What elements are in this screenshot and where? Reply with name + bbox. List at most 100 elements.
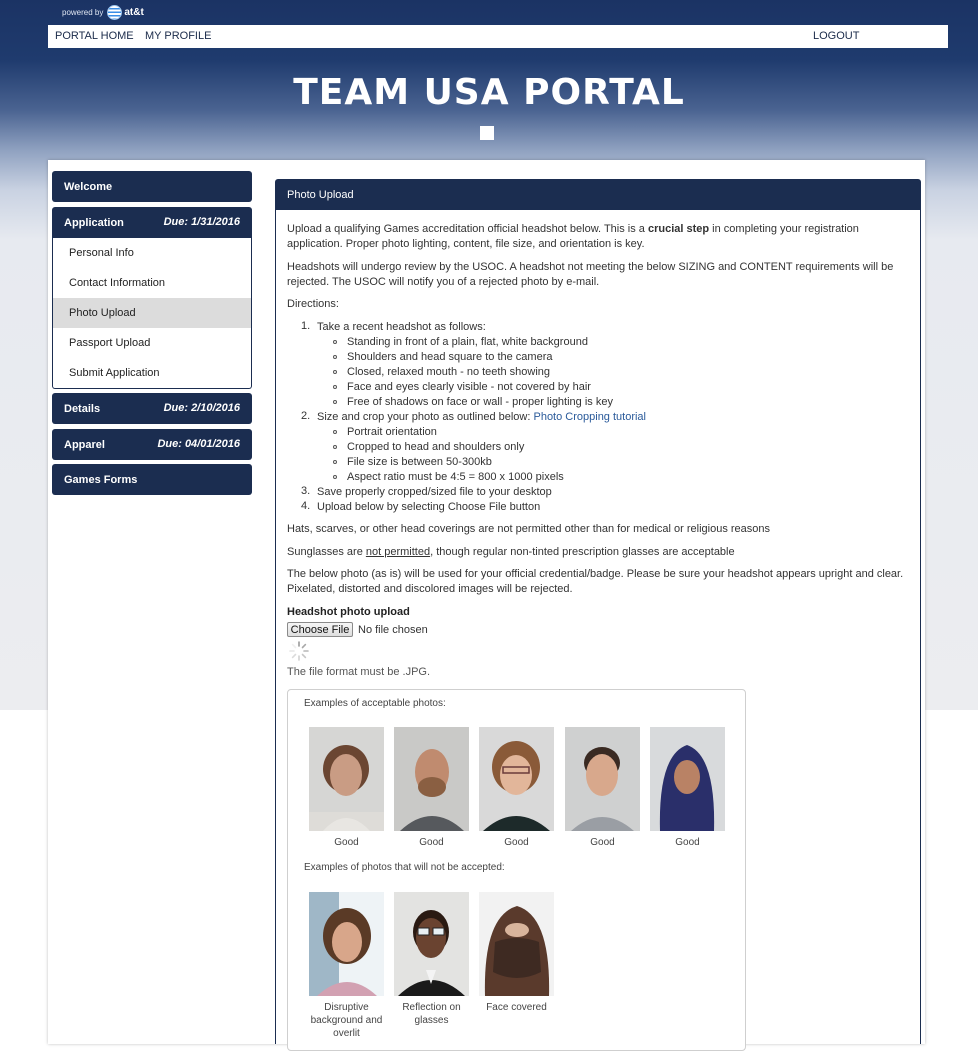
headshot-image: [479, 727, 554, 831]
sidebar-item-photo-upload[interactable]: Photo Upload: [53, 298, 251, 328]
application-submenu: Personal Info Contact Information Photo …: [52, 238, 252, 389]
bullet-icon: [333, 385, 337, 389]
sidebar-item-passport-upload[interactable]: Passport Upload: [53, 328, 251, 358]
sidebar-apparel[interactable]: Apparel Due: 04/01/2016: [52, 429, 252, 460]
my-profile-link[interactable]: MY PROFILE: [145, 30, 211, 42]
step-1-item: Free of shadows on face or wall - proper…: [347, 396, 613, 408]
portal-home-link[interactable]: PORTAL HOME: [55, 30, 134, 42]
example-label: Good: [419, 837, 444, 848]
choose-file-button[interactable]: Choose File: [287, 622, 353, 637]
sidebar-application[interactable]: Application Due: 1/31/2016: [52, 207, 252, 238]
step-2-item: File size is between 50-300kb: [347, 456, 492, 468]
sidebar-application-label: Application: [64, 217, 124, 229]
head-coverings-note: Hats, scarves, or other head coverings a…: [287, 523, 771, 535]
sidebar-details[interactable]: Details Due: 2/10/2016: [52, 393, 252, 424]
bullet-icon: [333, 460, 337, 464]
portal-title: TEAM USA PORTAL: [293, 72, 685, 113]
sidebar-item-label: Submit Application: [69, 367, 160, 379]
application-due-date: Due: 1/31/2016: [163, 216, 240, 228]
acceptable-caption: Examples of acceptable photos:: [304, 698, 446, 709]
sidebar-item-label: Photo Upload: [69, 307, 136, 319]
sunglasses-text-a: Sunglasses are: [287, 546, 366, 558]
bullet-icon: [333, 370, 337, 374]
sidebar-details-label: Details: [64, 403, 101, 415]
intro-text-bold: crucial step: [647, 223, 710, 235]
sidebar-item-personal-info[interactable]: Personal Info: [53, 238, 251, 268]
sidebar-item-label: Passport Upload: [69, 337, 151, 349]
sidebar-games-forms-label: Games Forms: [64, 474, 138, 486]
step-1-item: Standing in front of a plain, flat, whit…: [347, 336, 588, 348]
headshot-image: [309, 892, 384, 996]
sidebar-apparel-label: Apparel: [64, 439, 105, 451]
headshot-image: [394, 892, 469, 996]
step-number: 4.: [301, 500, 311, 512]
logout-link[interactable]: LOGOUT: [813, 30, 859, 42]
step-3: Save properly cropped/sized file to your…: [317, 486, 552, 498]
sidebar-item-label: Personal Info: [69, 247, 134, 259]
bullet-icon: [333, 340, 337, 344]
bullet-icon: [333, 400, 337, 404]
powered-by-text: powered by: [62, 7, 104, 17]
example-photo-rejected: [479, 892, 554, 996]
step-2-item: Cropped to head and shoulders only: [347, 441, 525, 453]
photo-upload-header: Photo Upload: [275, 179, 921, 210]
sunglasses-text-underlined: not permitted: [365, 546, 431, 558]
example-label: Disruptive background and overlit: [310, 1002, 383, 1039]
headshot-image: [309, 727, 384, 831]
directions-label: Directions:: [287, 298, 339, 310]
att-brand: at&t: [124, 6, 144, 18]
review-text: Headshots will undergo review by the USO…: [287, 261, 894, 288]
step-2-text: Size and crop your photo as outlined bel…: [317, 411, 534, 423]
sidebar-welcome[interactable]: Welcome: [52, 171, 252, 202]
step-1-item: Closed, relaxed mouth - no teeth showing: [347, 366, 551, 378]
sidebar-item-contact-information[interactable]: Contact Information: [53, 268, 251, 298]
example-photo-good: [479, 727, 554, 831]
example-photo-good: [650, 727, 725, 831]
example-photo-good: [394, 727, 469, 831]
rejected-caption: Examples of photos that will not be acce…: [304, 862, 505, 873]
upload-label: Headshot photo upload: [287, 606, 410, 618]
intro-text: Upload a qualifying Games accreditation …: [287, 222, 912, 252]
example-label: Good: [504, 837, 529, 848]
step-number: 1.: [301, 320, 311, 332]
step-2: Size and crop your photo as outlined bel…: [317, 410, 646, 425]
example-photo-good: [565, 727, 640, 831]
step-1: Take a recent headshot as follows:: [317, 321, 486, 333]
apparel-due-date: Due: 04/01/2016: [157, 438, 240, 450]
example-label: Face covered: [486, 1002, 547, 1013]
example-label: Good: [590, 837, 615, 848]
step-1-item: Shoulders and head square to the camera: [347, 351, 553, 363]
example-photo-rejected: [309, 892, 384, 996]
example-photo-rejected: [394, 892, 469, 996]
top-nav-bar: PORTAL HOME MY PROFILE LOGOUT: [48, 25, 948, 48]
bullet-icon: [333, 445, 337, 449]
sunglasses-text-b: , though regular non-tinted prescription…: [430, 546, 735, 558]
credential-note: The below photo (as is) will be used for…: [287, 568, 904, 595]
details-due-date: Due: 2/10/2016: [163, 402, 240, 414]
example-photo-good: [309, 727, 384, 831]
intro-text-a: Upload a qualifying Games accreditation …: [287, 223, 648, 235]
att-globe-icon: [107, 4, 123, 20]
sunglasses-note: Sunglasses are not permitted, though reg…: [287, 545, 912, 560]
step-2-item: Portrait orientation: [347, 426, 437, 438]
step-number: 2.: [301, 410, 311, 422]
bullet-icon: [333, 475, 337, 479]
step-1-item: Face and eyes clearly visible - not cove…: [347, 381, 591, 393]
no-file-chosen-text: No file chosen: [358, 624, 428, 636]
sidebar-item-submit-application[interactable]: Submit Application: [53, 358, 251, 388]
sidebar-games-forms[interactable]: Games Forms: [52, 464, 252, 495]
bullet-icon: [333, 355, 337, 359]
example-label: Good: [675, 837, 700, 848]
page-title: Photo Upload: [287, 189, 354, 201]
photo-cropping-tutorial-link[interactable]: Photo Cropping tutorial: [533, 411, 646, 423]
headshot-image: [479, 892, 554, 996]
step-4: Upload below by selecting Choose File bu…: [317, 501, 541, 513]
bullet-icon: [333, 430, 337, 434]
example-label: Good: [334, 837, 359, 848]
loading-spinner-icon: [289, 641, 309, 661]
powered-by-att: powered by at&t: [62, 4, 144, 20]
file-format-note: The file format must be .JPG.: [287, 666, 431, 678]
example-label: Reflection on glasses: [402, 1002, 461, 1026]
step-number: 3.: [301, 485, 311, 497]
headshot-image: [565, 727, 640, 831]
